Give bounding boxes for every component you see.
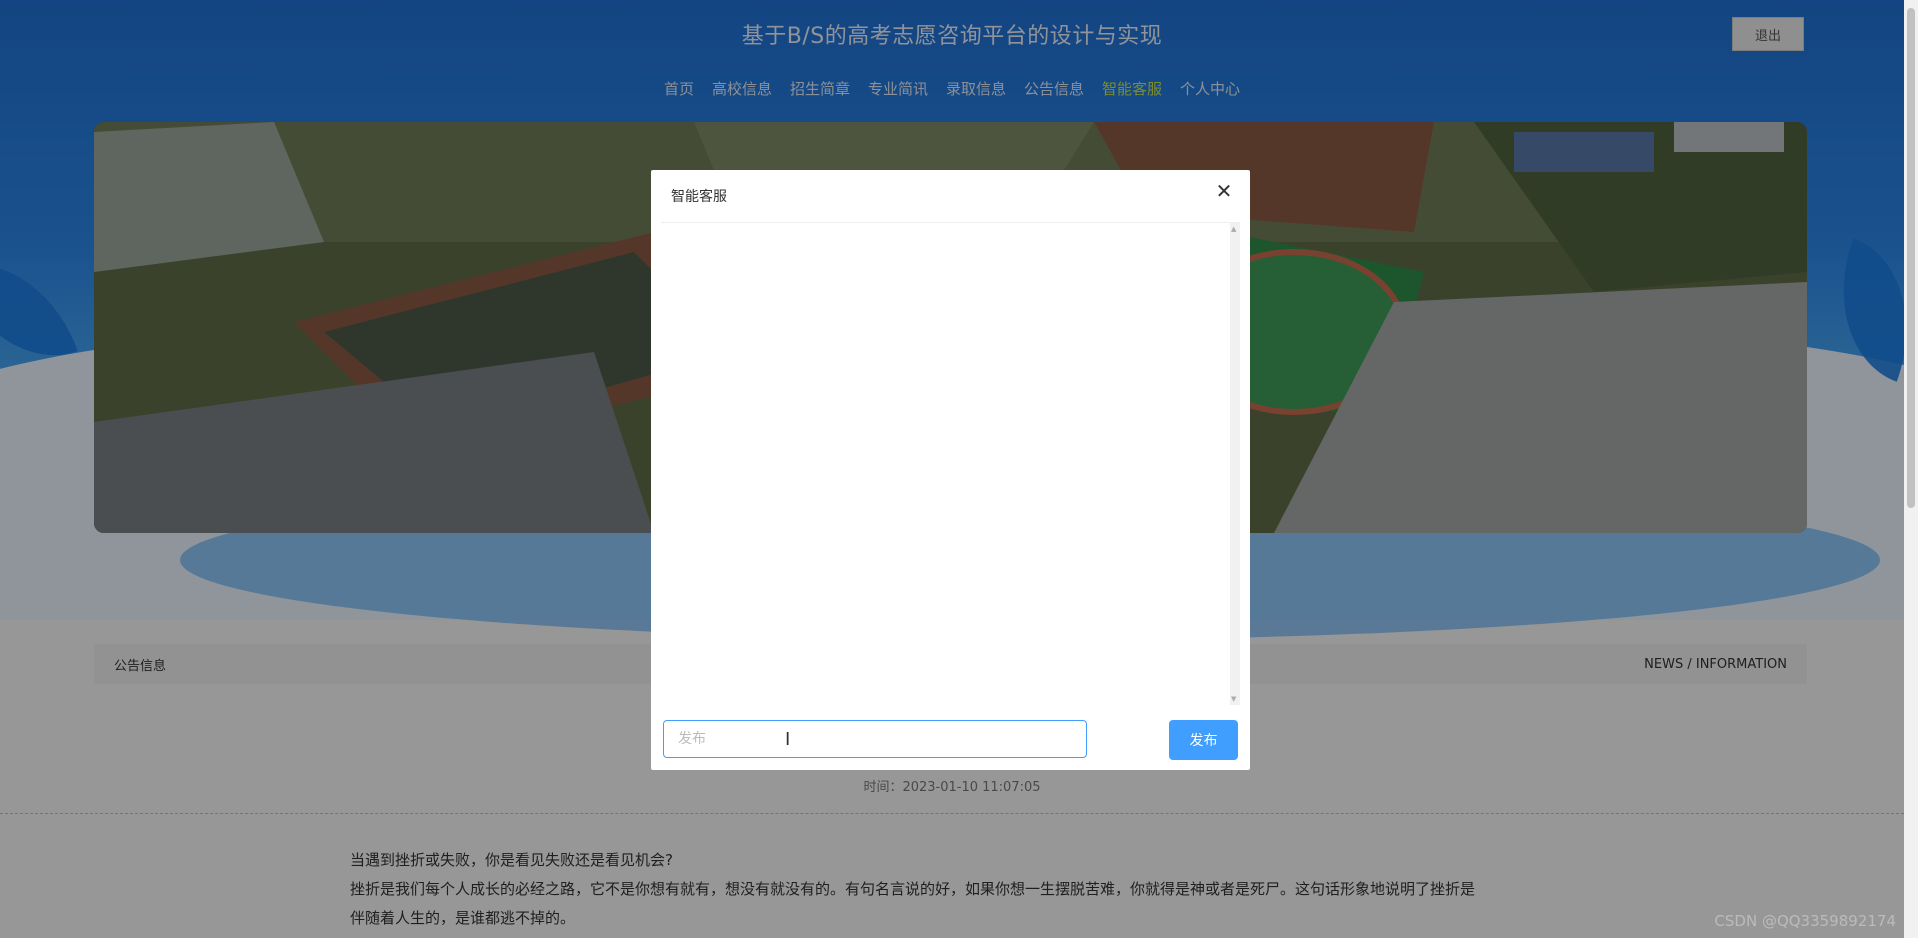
dialog-title: 智能客服 xyxy=(671,189,727,205)
close-icon[interactable]: ✕ xyxy=(1213,180,1235,202)
message-input[interactable] xyxy=(663,720,1087,758)
chat-message-area[interactable] xyxy=(661,222,1240,705)
chat-scrollbar[interactable] xyxy=(1230,223,1240,705)
watermark: CSDN @QQ3359892174 xyxy=(1714,912,1896,930)
page-scrollbar[interactable] xyxy=(1904,0,1918,938)
scrollbar-thumb[interactable] xyxy=(1907,8,1915,508)
send-button[interactable]: 发布 xyxy=(1169,720,1238,760)
text-cursor-icon: I xyxy=(785,729,791,750)
page: 基于B/S的高考志愿咨询平台的设计与实现 退出 首页 高校信息 招生简章 专业简… xyxy=(0,0,1904,938)
smart-service-dialog: 智能客服 ✕ 发布 xyxy=(651,170,1250,770)
